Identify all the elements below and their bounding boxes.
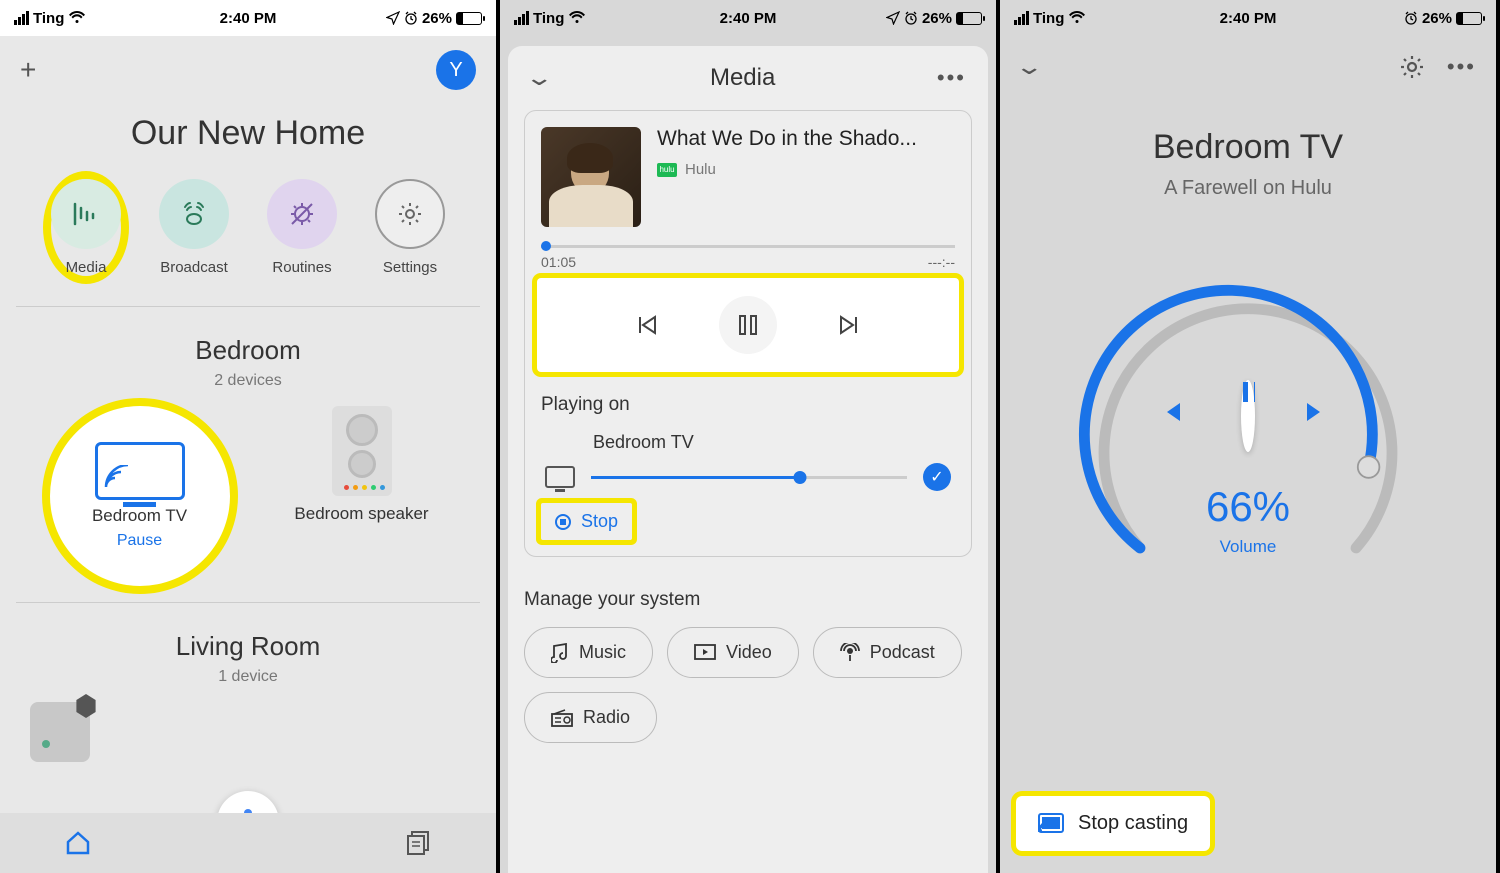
signal-icon: [14, 11, 29, 25]
broadcast-icon: [159, 179, 229, 249]
quick-broadcast[interactable]: Broadcast: [159, 179, 229, 276]
video-icon: [694, 644, 716, 662]
quick-routines[interactable]: Routines: [267, 179, 337, 276]
pause-button[interactable]: [719, 296, 777, 354]
wifi-icon: [1068, 11, 1086, 25]
carrier-label: Ting: [33, 10, 64, 27]
room-bedroom-title: Bedroom: [0, 307, 496, 372]
provider-label: Hulu: [685, 161, 716, 178]
playing-on-label: Playing on: [541, 394, 955, 416]
now-playing-card: What We Do in the Shado... hulu Hulu 01:0…: [524, 110, 972, 557]
speaker-icon: [332, 406, 392, 496]
music-icon: [551, 643, 569, 663]
device-title: Bedroom TV: [1000, 128, 1496, 167]
signal-icon: [514, 11, 529, 25]
location-icon: [386, 11, 400, 25]
bottom-nav: [0, 813, 496, 873]
status-bar: Ting 2:40 PM 26%: [1000, 0, 1496, 36]
tv-cast-icon: [95, 442, 185, 500]
quick-settings[interactable]: Settings: [375, 179, 445, 276]
wifi-icon: [568, 11, 586, 25]
next-track-icon[interactable]: [837, 313, 861, 337]
location-icon: [886, 11, 900, 25]
add-button[interactable]: +: [20, 54, 36, 86]
sheet-title: Media: [710, 64, 775, 92]
pause-button[interactable]: [1241, 380, 1255, 452]
remaining-time: ---:--: [928, 254, 955, 270]
routines-icon: [267, 179, 337, 249]
device-speaker-label: Bedroom speaker: [294, 504, 428, 524]
chip-video[interactable]: Video: [667, 627, 799, 678]
chip-podcast[interactable]: Podcast: [813, 627, 962, 678]
chromecast-icon[interactable]: [30, 702, 90, 762]
home-tab-icon[interactable]: [64, 830, 92, 856]
elapsed-time: 01:05: [541, 254, 576, 270]
hulu-badge-icon: hulu: [657, 163, 677, 177]
stop-icon: [555, 514, 571, 530]
quick-media[interactable]: Media: [51, 179, 121, 276]
clock: 2:40 PM: [220, 10, 277, 27]
battery-icon: [1456, 12, 1482, 25]
seek-bar[interactable]: [541, 245, 955, 248]
playback-controls: [537, 278, 959, 372]
back-icon[interactable]: ⌄: [1014, 54, 1044, 80]
tv-icon: [545, 466, 575, 488]
status-bar: Ting 2:40 PM 26%: [500, 0, 996, 36]
chip-radio[interactable]: Radio: [524, 692, 657, 743]
device-selected-icon[interactable]: ✓: [923, 463, 951, 491]
battery-icon: [456, 12, 482, 25]
chip-music[interactable]: Music: [524, 627, 653, 678]
collapse-icon[interactable]: ⌄: [524, 65, 554, 91]
room-living-sub: 1 device: [0, 668, 496, 702]
wifi-icon: [68, 11, 86, 25]
manage-system-label: Manage your system: [524, 589, 972, 611]
volume-dial[interactable]: 66% Volume: [1068, 260, 1428, 620]
device-tv-action[interactable]: Pause: [117, 532, 162, 550]
stop-casting-button[interactable]: Stop casting: [1016, 796, 1210, 851]
quick-settings-label: Settings: [383, 259, 437, 276]
battery-icon: [956, 12, 982, 25]
cast-icon: [1038, 813, 1064, 835]
media-icon: [51, 179, 121, 249]
settings-icon: [375, 179, 445, 249]
quick-media-label: Media: [66, 259, 107, 276]
stop-button[interactable]: Stop: [541, 503, 632, 540]
prev-track-icon[interactable]: [1158, 399, 1193, 434]
volume-slider[interactable]: [591, 476, 907, 479]
playback-device-name: Bedroom TV: [593, 432, 955, 453]
radio-icon: [551, 709, 573, 727]
room-living-title: Living Room: [0, 603, 496, 668]
status-bar: Ting 2:40 PM 26%: [0, 0, 496, 36]
alarm-icon: [1404, 11, 1418, 25]
pause-icon: [1241, 380, 1255, 452]
overflow-icon[interactable]: •••: [937, 65, 966, 91]
quick-routines-label: Routines: [272, 259, 331, 276]
volume-label: Volume: [1068, 537, 1428, 557]
room-bedroom-sub: 2 devices: [0, 372, 496, 406]
overflow-icon[interactable]: •••: [1447, 54, 1476, 80]
next-track-icon[interactable]: [1303, 399, 1338, 434]
pause-icon: [738, 314, 758, 336]
alarm-icon: [404, 11, 418, 25]
gear-icon[interactable]: [1399, 54, 1425, 80]
signal-icon: [1014, 11, 1029, 25]
home-title: Our New Home: [0, 104, 496, 179]
device-bedroom-speaker[interactable]: Bedroom speaker: [277, 406, 447, 586]
podcast-icon: [840, 643, 860, 663]
device-tv-label: Bedroom TV: [92, 506, 187, 526]
volume-percent: 66%: [1068, 483, 1428, 531]
feed-tab-icon[interactable]: [406, 830, 432, 856]
media-title: What We Do in the Shado...: [657, 127, 917, 151]
quick-broadcast-label: Broadcast: [160, 259, 228, 276]
prev-track-icon[interactable]: [635, 313, 659, 337]
media-thumbnail: [541, 127, 641, 227]
device-subtitle: A Farewell on Hulu: [1000, 177, 1496, 200]
account-avatar[interactable]: Y: [436, 50, 476, 90]
device-bedroom-tv[interactable]: Bedroom TV Pause: [50, 406, 230, 586]
alarm-icon: [904, 11, 918, 25]
battery-pct: 26%: [422, 10, 452, 27]
